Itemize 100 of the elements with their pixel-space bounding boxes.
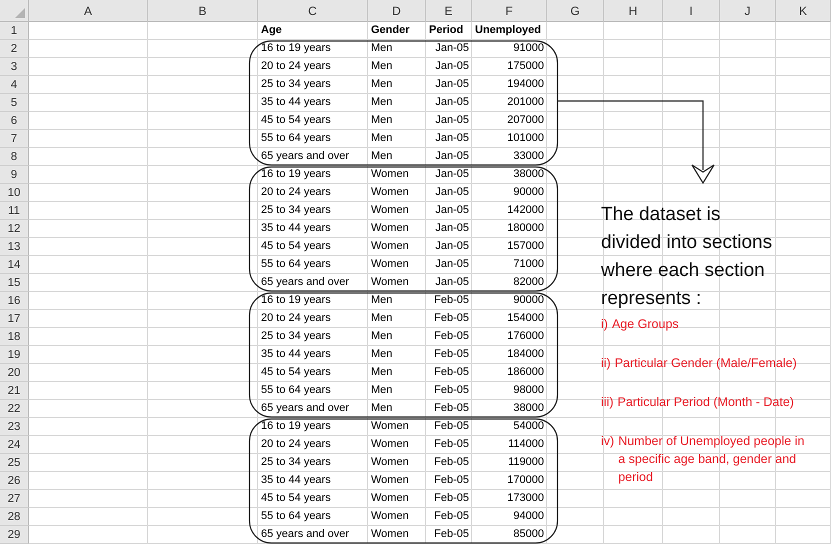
table-cell: Jan-05 — [435, 78, 469, 90]
list-marker: i) — [601, 316, 608, 333]
row-header[interactable]: 28 — [0, 508, 29, 526]
table-cell: Jan-05 — [435, 60, 469, 72]
row-header[interactable]: 20 — [0, 364, 29, 382]
table-cell: Women — [371, 474, 409, 486]
table-cell: 25 to 34 years — [261, 204, 331, 216]
row-header[interactable]: 9 — [0, 166, 29, 184]
column-header[interactable]: H — [604, 0, 663, 22]
table-cell: 90000 — [513, 294, 544, 306]
table-cell: Women — [371, 456, 409, 468]
column-header[interactable]: E — [426, 0, 472, 22]
table-cell: 45 to 54 years — [261, 366, 331, 378]
table-cell: 90000 — [513, 186, 544, 198]
column-header[interactable]: J — [720, 0, 776, 22]
table-cell: Men — [371, 78, 392, 90]
row-header[interactable]: 25 — [0, 454, 29, 472]
table-cell: 55 to 64 years — [261, 384, 331, 396]
row-header[interactable]: 21 — [0, 382, 29, 400]
table-cell: Feb-05 — [434, 528, 469, 540]
table-cell: 154000 — [507, 312, 544, 324]
table-cell: 71000 — [513, 258, 544, 270]
column-header[interactable]: B — [148, 0, 258, 22]
table-cell: Jan-05 — [435, 168, 469, 180]
row-header[interactable]: 10 — [0, 184, 29, 202]
row-header[interactable]: 15 — [0, 274, 29, 292]
row-header[interactable]: 4 — [0, 76, 29, 94]
table-cell: Men — [371, 132, 392, 144]
row-header[interactable]: 17 — [0, 310, 29, 328]
row-header[interactable]: 26 — [0, 472, 29, 490]
column-header[interactable]: D — [368, 0, 426, 22]
annotation-text: The dataset is divided into sections where each section represents : — [601, 203, 772, 311]
table-cell: 98000 — [513, 384, 544, 396]
table-cell: Jan-05 — [435, 150, 469, 162]
table-cell: 55 to 64 years — [261, 510, 331, 522]
row-header[interactable]: 6 — [0, 112, 29, 130]
table-cell: Women — [371, 420, 409, 432]
table-cell: Men — [371, 312, 392, 324]
table-cell: 25 to 34 years — [261, 456, 331, 468]
column-header[interactable]: F — [472, 0, 547, 22]
column-header[interactable]: K — [776, 0, 831, 22]
row-header[interactable]: 19 — [0, 346, 29, 364]
row-header[interactable]: 18 — [0, 328, 29, 346]
row-header[interactable]: 24 — [0, 436, 29, 454]
table-cell: Men — [371, 330, 392, 342]
column-title: Period — [429, 24, 464, 36]
row-header[interactable]: 29 — [0, 526, 29, 544]
list-item-text: Age Groups — [612, 316, 680, 333]
row-header[interactable]: 22 — [0, 400, 29, 418]
table-cell: Jan-05 — [435, 258, 469, 270]
row-header[interactable]: 8 — [0, 148, 29, 166]
table-cell: 20 to 24 years — [261, 60, 331, 72]
table-cell: Feb-05 — [434, 366, 469, 378]
row-header[interactable]: 5 — [0, 94, 29, 112]
column-header[interactable]: C — [258, 0, 368, 22]
row-header[interactable]: 1 — [0, 22, 29, 40]
row-header[interactable]: 3 — [0, 58, 29, 76]
table-cell: 55 to 64 years — [261, 258, 331, 270]
table-cell: Women — [371, 528, 409, 540]
select-all-button[interactable] — [0, 0, 29, 22]
table-cell: 38000 — [513, 168, 544, 180]
table-cell: 101000 — [507, 132, 544, 144]
table-cell: Men — [371, 60, 392, 72]
table-cell: Jan-05 — [435, 132, 469, 144]
table-cell: 16 to 19 years — [261, 420, 331, 432]
column-header[interactable]: A — [29, 0, 148, 22]
row-header[interactable]: 14 — [0, 256, 29, 274]
table-cell: Women — [371, 240, 409, 252]
table-cell: 114000 — [508, 438, 544, 450]
row-header[interactable]: 27 — [0, 490, 29, 508]
table-cell: Women — [371, 204, 409, 216]
table-cell: 175000 — [507, 60, 544, 72]
table-cell: Jan-05 — [435, 276, 469, 288]
table-cell: 65 years and over — [261, 150, 350, 162]
table-cell: 20 to 24 years — [261, 438, 331, 450]
table-cell: 65 years and over — [261, 528, 350, 540]
table-cell: 184000 — [507, 348, 544, 360]
table-cell: Women — [371, 510, 409, 522]
row-header[interactable]: 13 — [0, 238, 29, 256]
row-header[interactable]: 2 — [0, 40, 29, 58]
list-item-text: Particular Period (Month - Date) — [618, 394, 795, 411]
row-header[interactable]: 11 — [0, 202, 29, 220]
table-cell: 180000 — [507, 222, 544, 234]
table-cell: 194000 — [507, 78, 544, 90]
list-marker: iii) — [601, 394, 614, 411]
table-cell: Feb-05 — [434, 420, 469, 432]
table-cell: Women — [371, 492, 409, 504]
row-header[interactable]: 12 — [0, 220, 29, 238]
table-cell: 35 to 44 years — [261, 348, 331, 360]
table-cell: Feb-05 — [434, 312, 469, 324]
table-cell: Jan-05 — [435, 96, 469, 108]
row-header[interactable]: 16 — [0, 292, 29, 310]
row-header[interactable]: 23 — [0, 418, 29, 436]
table-cell: Feb-05 — [434, 384, 469, 396]
table-cell: 91000 — [513, 42, 544, 54]
table-cell: Women — [371, 276, 409, 288]
column-header[interactable]: I — [663, 0, 720, 22]
row-header[interactable]: 7 — [0, 130, 29, 148]
table-cell: Women — [371, 168, 409, 180]
column-header[interactable]: G — [547, 0, 604, 22]
